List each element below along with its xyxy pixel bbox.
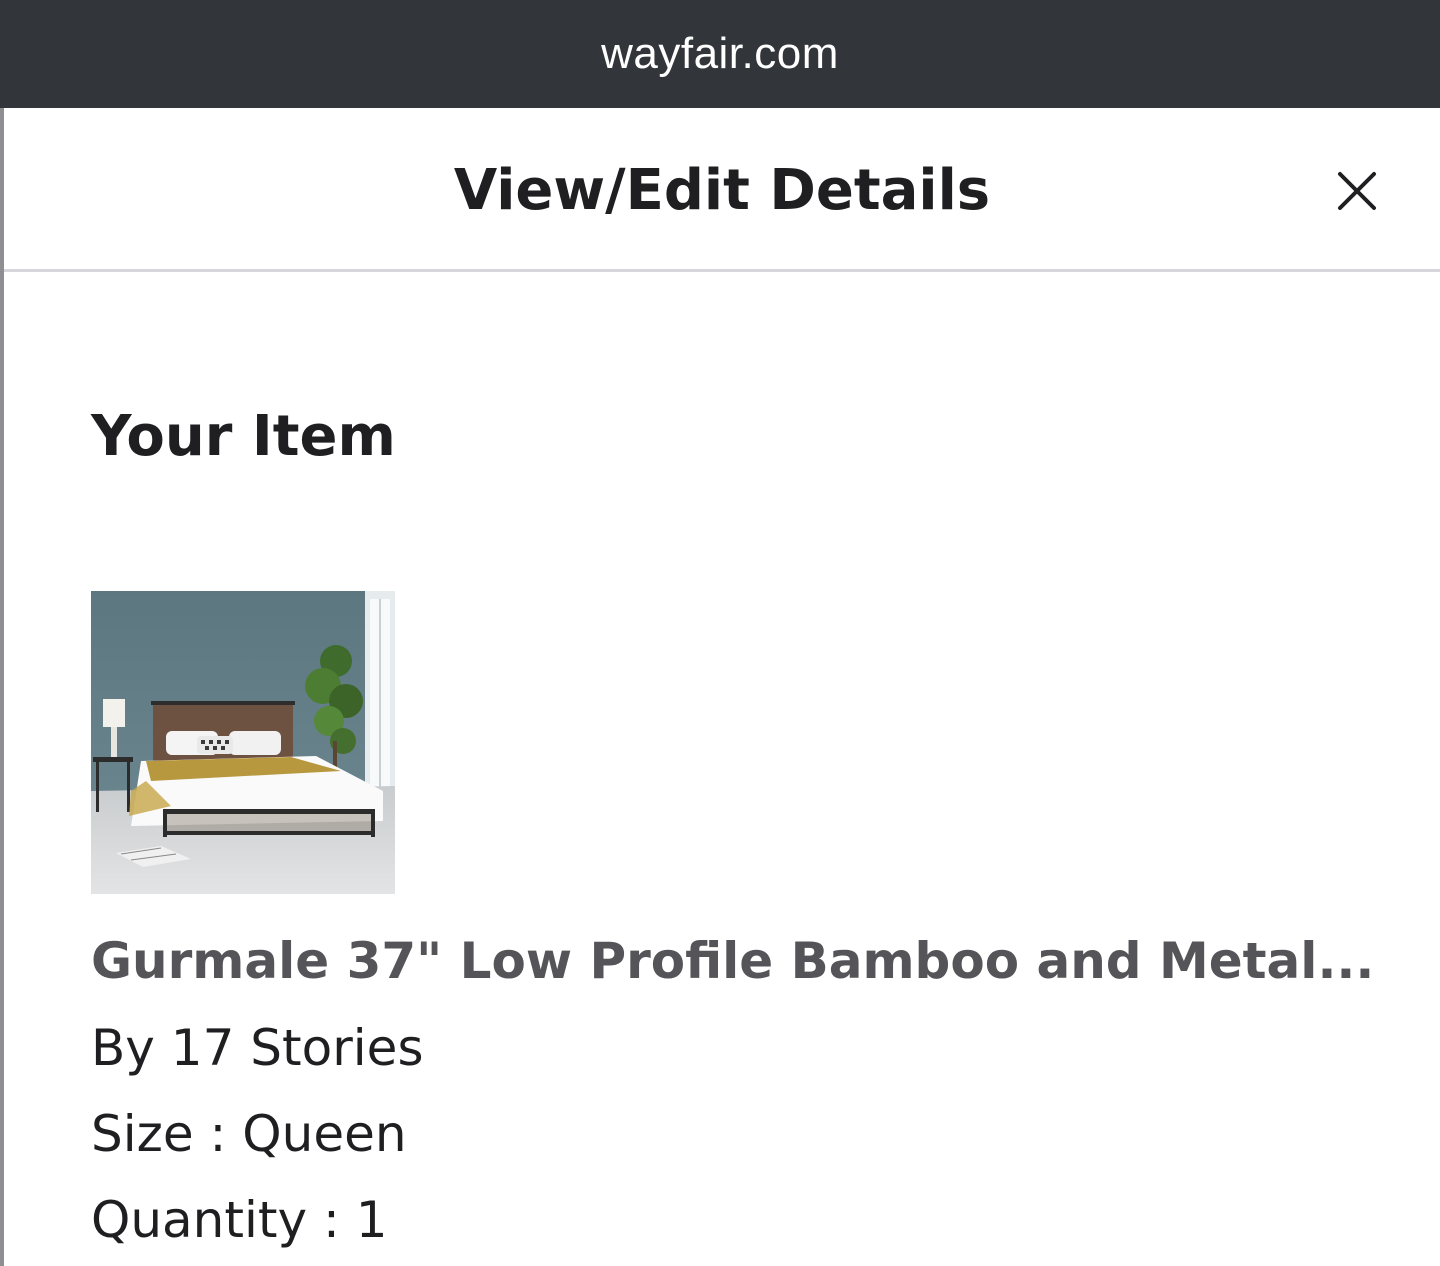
bed-photo [91,591,395,894]
close-button[interactable] [1330,164,1384,218]
product-image[interactable] [91,591,395,894]
product-size: Size : Queen [91,1105,407,1163]
modal-header: View/Edit Details [4,108,1440,272]
close-icon [1338,172,1376,210]
product-quantity: Quantity : 1 [91,1191,388,1249]
section-heading-your-item: Your Item [91,404,396,469]
browser-url-bar[interactable]: wayfair.com [0,0,1440,108]
product-name[interactable]: Gurmale 37" Low Profile Bamboo and Metal… [91,932,1391,990]
product-brand: By 17 Stories [91,1019,424,1077]
url-text: wayfair.com [601,29,839,78]
details-modal: View/Edit Details Your Item Gurmale 37" … [0,108,1440,1266]
modal-title: View/Edit Details [453,158,991,223]
